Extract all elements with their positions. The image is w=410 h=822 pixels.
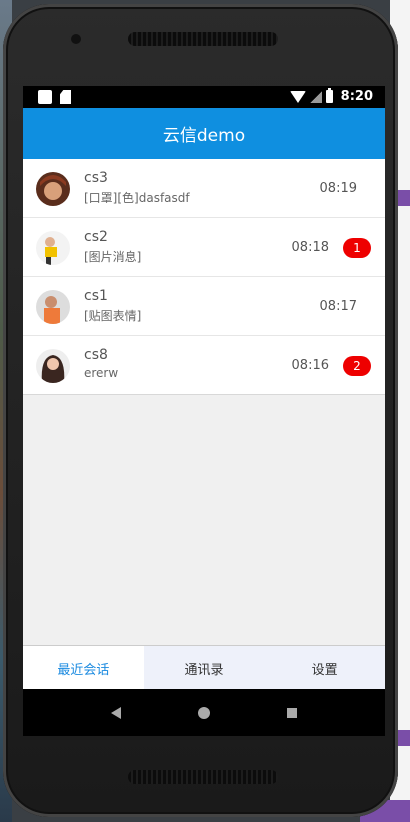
unread-badge: 2 [343,356,371,376]
avatar [36,290,70,324]
back-icon[interactable] [111,706,122,719]
status-clock: 8:20 [340,89,373,104]
app-bar: 云信demo [23,108,385,159]
contact-name: cs2 [84,229,108,245]
phone-screen: 8:20 云信demo cs3 [口罩][色]dasfasdf 08:19 cs… [23,86,385,736]
contact-name: cs1 [84,288,108,304]
conversation-row-cs8[interactable]: cs8 ererw 08:16 2 [23,336,385,395]
home-icon[interactable] [197,706,210,719]
avatar [36,349,70,383]
message-preview: [图片消息] [84,250,142,264]
avatar [36,231,70,265]
tab-contacts[interactable]: 通讯录 [143,646,265,690]
message-time: 08:18 [291,240,329,255]
message-preview: [贴图表情] [84,309,142,323]
wifi-icon [289,90,306,103]
bottom-tab-bar: 最近会话 通讯录 设置 [23,645,385,690]
status-bar: 8:20 [23,86,385,108]
message-preview: ererw [84,366,119,380]
unread-badge: 1 [343,238,371,258]
phone-frame: 8:20 云信demo cs3 [口罩][色]dasfasdf 08:19 cs… [3,4,398,817]
conversation-row-cs1[interactable]: cs1 [贴图表情] 08:17 [23,277,385,336]
notification-icon [38,90,52,104]
android-nav-bar [23,689,385,736]
message-time: 08:19 [319,181,357,196]
conversation-list: cs3 [口罩][色]dasfasdf 08:19 cs2 [图片消息] 08:… [23,159,385,395]
message-time: 08:17 [319,299,357,314]
contact-name: cs8 [84,347,108,363]
conversation-row-cs3[interactable]: cs3 [口罩][色]dasfasdf 08:19 [23,159,385,218]
top-speaker-grille [128,32,278,46]
page-title: 云信demo [162,126,246,146]
cell-signal-icon [309,90,322,103]
front-camera [71,34,81,44]
tab-recent-sessions[interactable]: 最近会话 [23,646,144,690]
message-preview: [口罩][色]dasfasdf [84,191,190,205]
contact-name: cs3 [84,170,108,186]
message-time: 08:16 [291,358,329,373]
conversation-row-cs2[interactable]: cs2 [图片消息] 08:18 1 [23,218,385,277]
recent-apps-icon[interactable] [286,707,297,718]
tab-settings[interactable]: 设置 [264,646,385,690]
battery-icon [325,88,333,103]
bottom-speaker-grille [128,770,278,784]
sd-card-icon [60,90,71,104]
avatar [36,172,70,206]
